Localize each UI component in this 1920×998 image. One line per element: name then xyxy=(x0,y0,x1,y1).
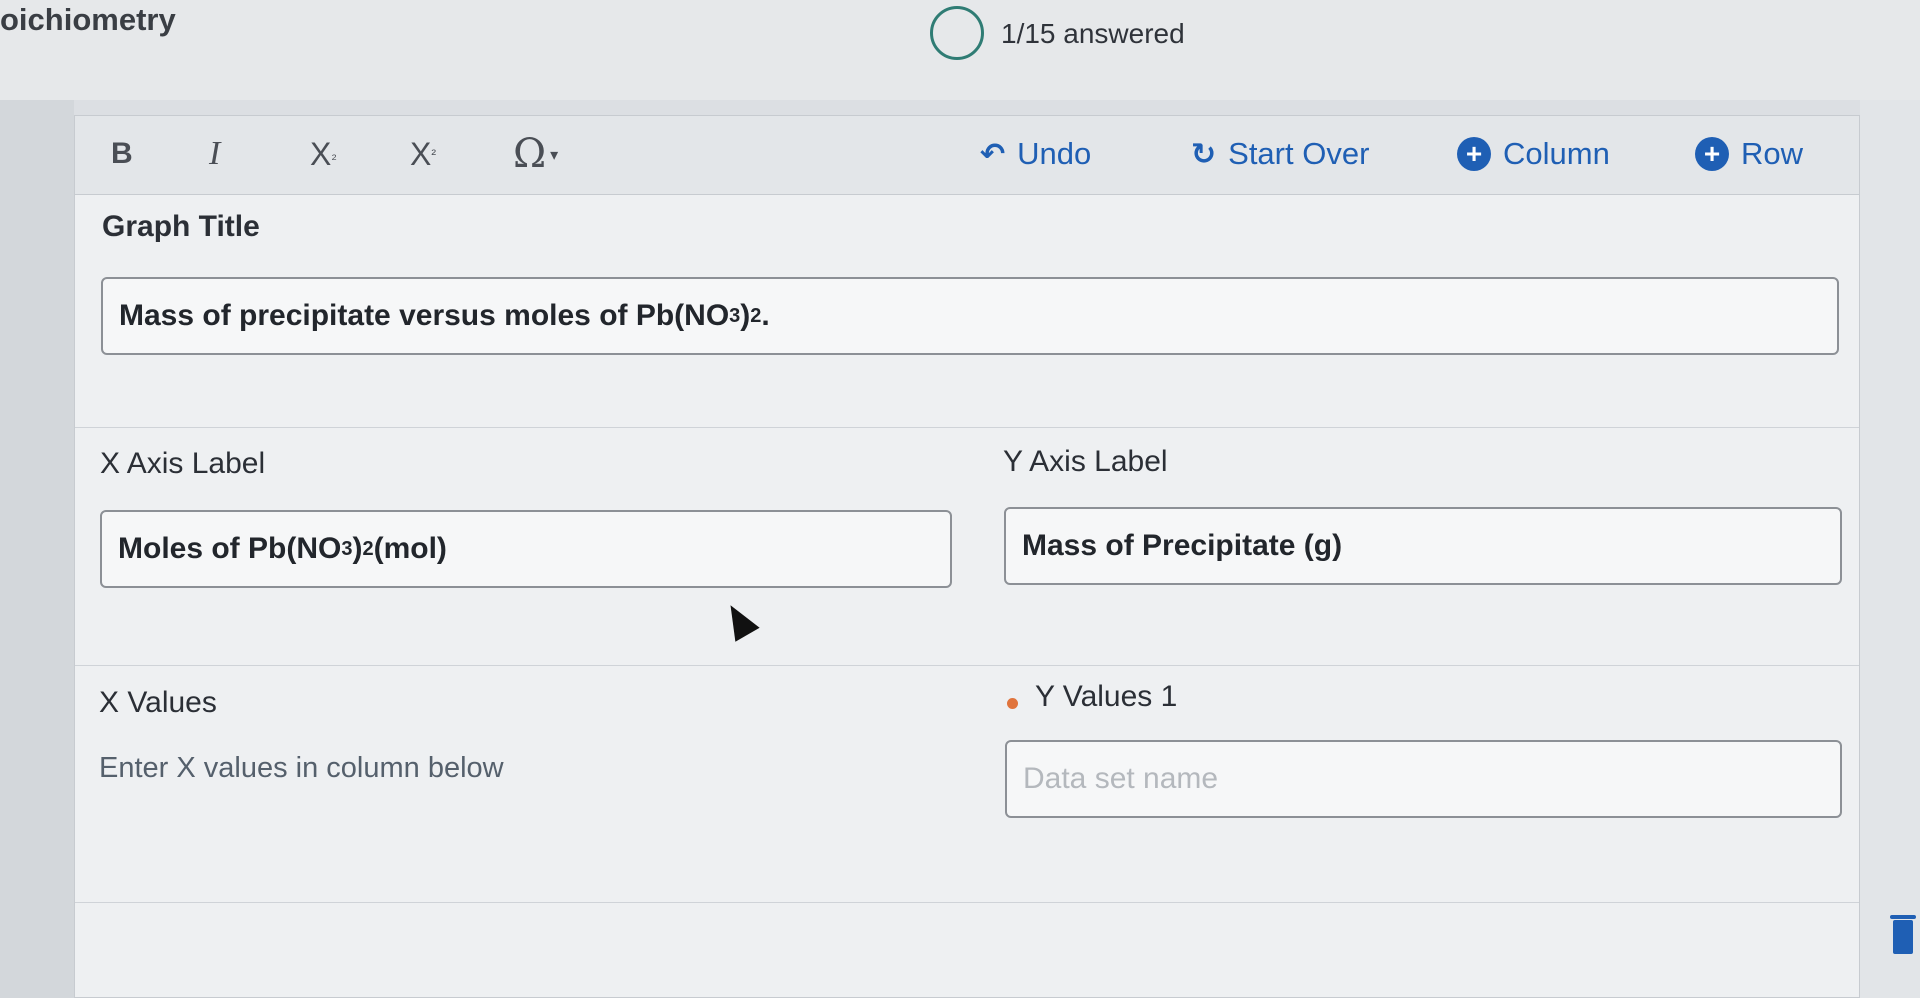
x-axis-text-post: (mol) xyxy=(373,532,447,565)
graph-title-text-pre: Mass of precipitate versus moles of Pb(N… xyxy=(119,299,730,332)
subscript-letter: X xyxy=(310,135,332,172)
y-axis-text: Mass of Precipitate (g) xyxy=(1022,529,1343,562)
x-axis-sub-2: 2 xyxy=(362,537,374,560)
graph-title-text-post: . xyxy=(761,299,770,332)
section-divider xyxy=(75,902,1859,903)
x-axis-sub-3: 3 xyxy=(341,537,353,560)
omega-icon: Ω xyxy=(513,131,547,177)
add-row-button[interactable]: + Row xyxy=(1695,134,1803,174)
superscript-mark: ² xyxy=(431,146,437,162)
plus-circle-icon: + xyxy=(1457,137,1491,171)
series-color-dot-icon xyxy=(1007,698,1018,709)
section-divider xyxy=(75,427,1859,428)
data-set-name-placeholder: Data set name xyxy=(1023,762,1219,795)
x-values-hint: Enter X values in column below xyxy=(99,752,504,784)
graph-title-label: Graph Title xyxy=(102,210,260,243)
editor-toolbar: B I X₂ X² Ω ▾ ↶ Undo ↻ Start Over + Colum… xyxy=(75,116,1859,195)
refresh-icon: ↻ xyxy=(1191,137,1217,171)
chevron-down-icon: ▾ xyxy=(550,144,559,164)
assignment-title: oichiometry xyxy=(0,2,176,37)
y-axis-label-heading: Y Axis Label xyxy=(1003,445,1168,478)
graph-title-sub-3: 3 xyxy=(729,304,741,327)
subscript-mark: ₂ xyxy=(331,146,337,162)
data-set-name-input[interactable]: Data set name xyxy=(1005,740,1842,818)
special-characters-dropdown[interactable]: Ω ▾ xyxy=(513,131,559,177)
add-column-label: Column xyxy=(1503,136,1610,171)
add-column-button[interactable]: + Column xyxy=(1457,134,1610,174)
undo-button[interactable]: ↶ Undo xyxy=(980,134,1091,174)
undo-label: Undo xyxy=(1017,136,1092,171)
section-divider xyxy=(75,665,1859,666)
x-axis-text-pre: Moles of Pb(NO xyxy=(118,532,342,565)
x-values-heading: X Values xyxy=(99,686,217,719)
progress-text: 1/15 answered xyxy=(1001,18,1185,49)
superscript-button[interactable]: X² xyxy=(410,134,436,174)
x-axis-label-heading: X Axis Label xyxy=(100,447,266,480)
y-axis-label-input[interactable]: Mass of Precipitate (g) xyxy=(1004,507,1842,585)
trash-icon[interactable] xyxy=(1890,915,1916,954)
header-bar: oichiometry 1/15 answered xyxy=(0,0,1920,100)
subscript-button[interactable]: X₂ xyxy=(310,134,337,174)
right-gutter xyxy=(1860,100,1920,998)
graph-editor-panel: B I X₂ X² Ω ▾ ↶ Undo ↻ Start Over + Colum… xyxy=(74,115,1860,998)
plus-circle-icon: + xyxy=(1695,137,1729,171)
superscript-letter: X xyxy=(410,135,432,172)
graph-title-sub-2: 2 xyxy=(750,304,762,327)
add-row-label: Row xyxy=(1741,136,1804,171)
page: oichiometry 1/15 answered B I X₂ X² Ω ▾ ↶… xyxy=(0,0,1920,998)
undo-icon: ↶ xyxy=(980,137,1006,171)
x-axis-label-input[interactable]: Moles of Pb(NO 3) 2 (mol) xyxy=(100,510,952,588)
start-over-label: Start Over xyxy=(1228,136,1370,171)
progress-ring-icon xyxy=(930,6,984,60)
start-over-button[interactable]: ↻ Start Over xyxy=(1191,134,1369,174)
x-axis-text-mid: ) xyxy=(352,532,363,565)
italic-button[interactable]: I xyxy=(209,134,220,174)
bold-button[interactable]: B xyxy=(111,134,133,174)
y-values-heading: Y Values 1 xyxy=(1035,680,1178,713)
left-gutter xyxy=(0,100,74,998)
graph-title-input[interactable]: Mass of precipitate versus moles of Pb(N… xyxy=(101,277,1839,355)
graph-title-text-mid: ) xyxy=(740,299,751,332)
